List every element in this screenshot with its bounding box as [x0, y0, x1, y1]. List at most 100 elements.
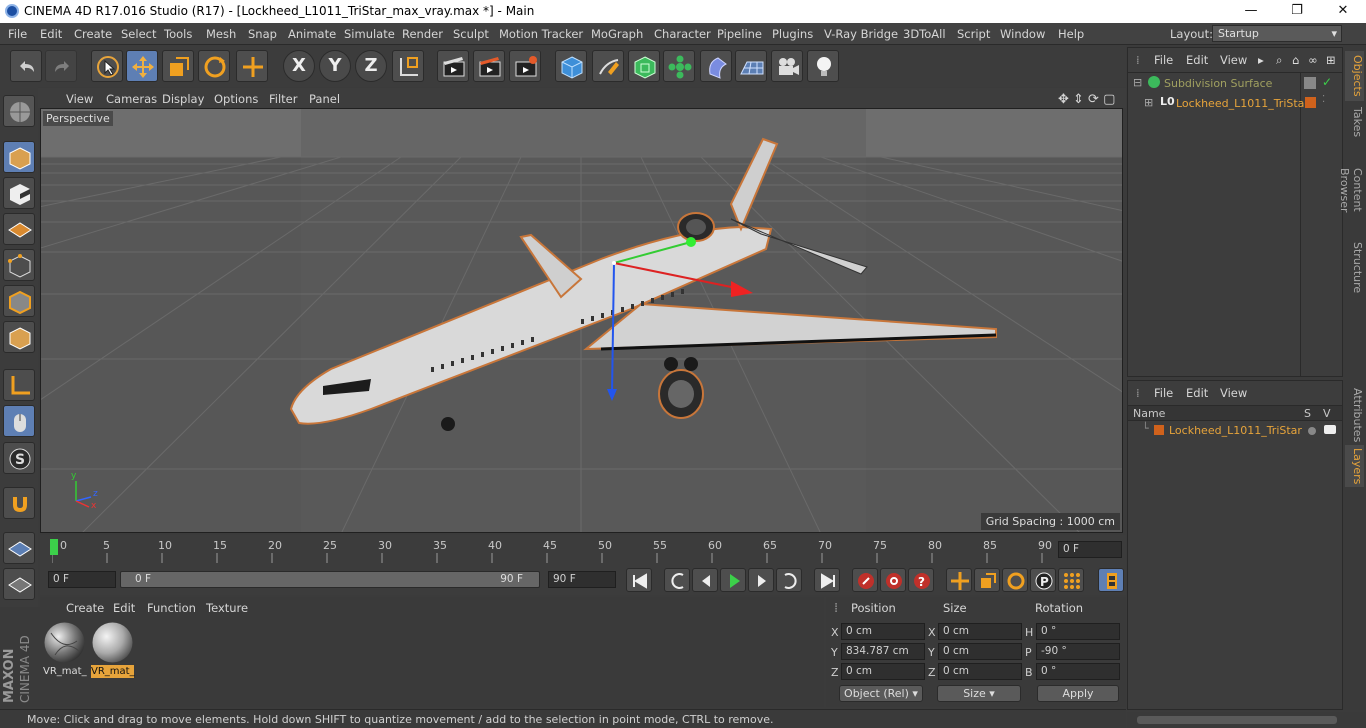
size-z-field[interactable]: 0 cm	[938, 663, 1022, 680]
expand-icon[interactable]: ⊞	[1144, 96, 1153, 109]
collapse-icon[interactable]: ⊟	[1133, 76, 1142, 89]
menu-plugins[interactable]: Plugins	[772, 27, 813, 41]
camera-button[interactable]	[771, 50, 803, 82]
material-menu-texture[interactable]: Texture	[206, 601, 248, 615]
menu-window[interactable]: Window	[1000, 27, 1045, 41]
menu-create[interactable]: Create	[74, 27, 112, 41]
home-icon[interactable]: ⌂	[1292, 53, 1299, 67]
z-axis-lock-button[interactable]: Z	[355, 50, 387, 82]
subdivision-surface-button[interactable]	[628, 50, 660, 82]
viewport-menu-options[interactable]: Options	[214, 92, 258, 106]
object-row-lockheed[interactable]: ⊞ L0 Lockheed_L1011_TriStar	[1128, 95, 1309, 112]
snap-button[interactable]: S	[3, 442, 35, 474]
go-to-start-button[interactable]	[626, 568, 652, 592]
material-menu-edit[interactable]: Edit	[113, 601, 135, 615]
menu-motion-tracker[interactable]: Motion Tracker	[499, 27, 583, 41]
render-picture-viewer-button[interactable]	[473, 50, 505, 82]
link-icon[interactable]: ∞	[1308, 53, 1318, 67]
material-thumbnail-2[interactable]	[91, 621, 134, 664]
move-tool-button[interactable]	[126, 50, 158, 82]
points-mode-button[interactable]	[3, 249, 35, 281]
object-row-subdivision-surface[interactable]: ⊟ Subdivision Surface	[1128, 75, 1300, 92]
objects-menu-view[interactable]: View	[1220, 53, 1247, 67]
menu-tools[interactable]: Tools	[164, 27, 192, 41]
material-menu-create[interactable]: Create	[66, 601, 104, 615]
tab-takes[interactable]: Takes	[1345, 105, 1364, 139]
layer-color-swatch[interactable]	[1305, 97, 1316, 108]
render-view-button[interactable]	[437, 50, 469, 82]
current-frame-field[interactable]: 0 F	[1058, 541, 1122, 558]
layers-menu-file[interactable]: File	[1154, 386, 1173, 400]
cube-primitive-button[interactable]	[555, 50, 587, 82]
polygons-mode-button[interactable]	[3, 321, 35, 353]
workplane-mode-button[interactable]	[3, 213, 35, 245]
position-y-field[interactable]: 834.787 cm	[841, 643, 925, 660]
new-window-icon[interactable]: ⊞	[1326, 53, 1336, 67]
previous-key-button[interactable]	[664, 568, 690, 592]
menu-character[interactable]: Character	[654, 27, 711, 41]
layers-menu-edit[interactable]: Edit	[1186, 386, 1208, 400]
menu-mesh[interactable]: Mesh	[206, 27, 236, 41]
light-button[interactable]	[807, 50, 839, 82]
size-mode-dropdown[interactable]: Size ▾	[937, 685, 1021, 702]
workplane-button[interactable]	[3, 568, 35, 600]
scale-tool-button[interactable]	[162, 50, 194, 82]
viewport-menu-view[interactable]: View	[66, 92, 93, 106]
layer-row[interactable]: └ Lockheed_L1011_TriStar	[1128, 422, 1342, 439]
layers-horizontal-scrollbar[interactable]	[1127, 712, 1366, 728]
lock-workplane-button[interactable]	[3, 532, 35, 564]
next-frame-button[interactable]	[748, 568, 774, 592]
scrollbar-thumb[interactable]	[1137, 716, 1337, 724]
enabled-check-icon[interactable]: ✓	[1322, 75, 1332, 89]
autokey-button[interactable]	[880, 568, 906, 592]
menu-edit[interactable]: Edit	[40, 27, 62, 41]
minimize-button[interactable]: —	[1228, 0, 1274, 23]
layer-solo-toggle[interactable]	[1308, 427, 1316, 435]
position-x-field[interactable]: 0 cm	[841, 623, 925, 640]
y-axis-lock-button[interactable]: Y	[319, 50, 351, 82]
cloner-button[interactable]	[663, 50, 695, 82]
timeline-ruler[interactable]: 0 5 10 15 20 25 30 35 40 45 50 55 60 65 …	[40, 535, 1126, 565]
make-editable-button[interactable]	[3, 95, 35, 127]
menu-help[interactable]: Help	[1058, 27, 1084, 41]
size-x-field[interactable]: 0 cm	[938, 623, 1022, 640]
layer-color-icon[interactable]	[1154, 425, 1164, 435]
recent-tool-button[interactable]	[236, 50, 268, 82]
keyframe-selection-button[interactable]: ?	[908, 568, 934, 592]
end-frame-field[interactable]: 90 F	[548, 571, 616, 588]
close-button[interactable]: ✕	[1320, 0, 1366, 23]
deformer-button[interactable]	[700, 50, 732, 82]
record-parameter-button[interactable]: P	[1030, 568, 1056, 592]
viewport-nav-icons[interactable]: ✥ ⇕ ⟳ ▢	[1058, 92, 1115, 107]
viewport-camera-label[interactable]: Perspective	[43, 111, 113, 126]
objects-menu-file[interactable]: File	[1154, 53, 1173, 67]
tab-layers[interactable]: Layers	[1345, 445, 1364, 487]
tab-attributes[interactable]: Attributes	[1345, 385, 1364, 445]
axis-mode-button[interactable]	[3, 369, 35, 401]
layer-visible-eye-icon[interactable]	[1324, 425, 1336, 434]
material-thumbnail-1[interactable]	[43, 621, 86, 664]
rotate-tool-button[interactable]	[198, 50, 230, 82]
menu-animate[interactable]: Animate	[288, 27, 336, 41]
material-menu-function[interactable]: Function	[147, 601, 196, 615]
timeline-playhead[interactable]	[50, 539, 58, 555]
tweak-mode-button[interactable]	[3, 405, 35, 437]
timeline-window-button[interactable]	[1098, 568, 1124, 592]
record-keys-button[interactable]	[852, 568, 878, 592]
record-rotation-button[interactable]	[1002, 568, 1028, 592]
rotation-b-field[interactable]: 0 °	[1036, 663, 1120, 680]
menu-vray-bridge[interactable]: V-Ray Bridge	[824, 27, 898, 41]
model-mode-button[interactable]	[3, 141, 35, 173]
visibility-dots-icon[interactable]: ⁚	[1322, 94, 1325, 105]
layers-menu-view[interactable]: View	[1220, 386, 1247, 400]
redo-button[interactable]	[45, 50, 77, 82]
subdivision-editor-flag[interactable]	[1304, 77, 1316, 89]
apply-button[interactable]: Apply	[1037, 685, 1119, 702]
record-scale-button[interactable]	[974, 568, 1000, 592]
next-key-button[interactable]	[776, 568, 802, 592]
previous-frame-button[interactable]	[692, 568, 718, 592]
edges-mode-button[interactable]	[3, 285, 35, 317]
menu-mograph[interactable]: MoGraph	[591, 27, 643, 41]
record-point-level-button[interactable]	[1058, 568, 1084, 592]
viewport-menu-filter[interactable]: Filter	[269, 92, 297, 106]
